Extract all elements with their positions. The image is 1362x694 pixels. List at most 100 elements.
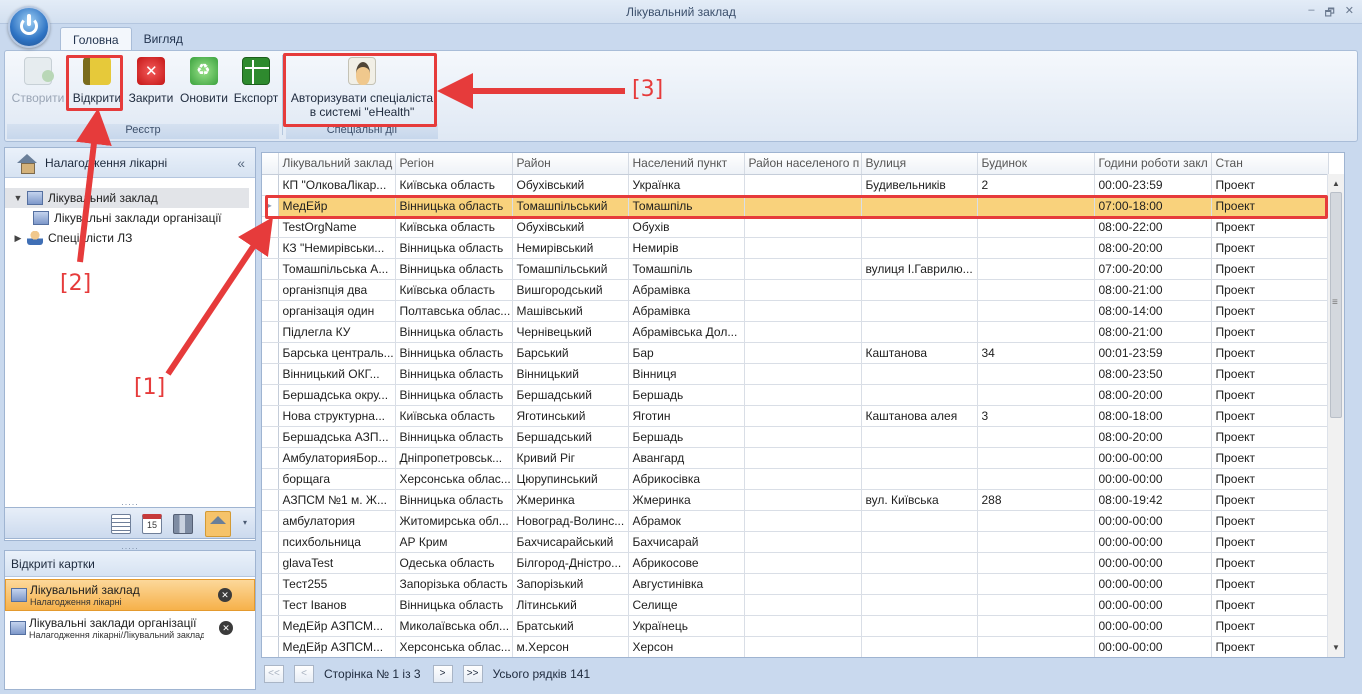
table-row[interactable]: Тест Іванов Вінницька область Літинський Се…	[262, 594, 1329, 616]
table-row[interactable]: борщага Херсонська облас... Цюрупинський Аб…	[262, 468, 1329, 490]
table-row[interactable]: Томашпільська А... Вінницька область Томаш…	[262, 258, 1329, 280]
row-indicator[interactable]	[262, 258, 279, 280]
table-cell[interactable]: Проект	[1211, 258, 1329, 280]
table-cell[interactable]	[744, 321, 862, 343]
table-cell[interactable]: Проект	[1211, 300, 1329, 322]
row-indicator[interactable]	[262, 174, 279, 196]
table-cell[interactable]	[977, 447, 1095, 469]
table-cell[interactable]: Вінницький	[512, 363, 629, 385]
table-cell[interactable]: Тест Іванов	[278, 594, 396, 616]
table-row[interactable]: МедЕйр АЗПСМ... Херсонська облас... м.Херс…	[262, 636, 1329, 657]
table-cell[interactable]: Проект	[1211, 405, 1329, 427]
column-header[interactable]: Лікувальний заклад	[278, 153, 396, 175]
table-cell[interactable]: АмбулаторияБор...	[278, 447, 396, 469]
table-cell[interactable]: Барська централь...	[278, 342, 396, 364]
open-card-item[interactable]: Лікувальні заклади організації Налагодже…	[5, 613, 255, 645]
table-cell[interactable]: Проект	[1211, 594, 1329, 616]
table-cell[interactable]: МедЕйр АЗПСМ...	[278, 615, 396, 637]
table-cell[interactable]	[744, 573, 862, 595]
table-cell[interactable]	[977, 426, 1095, 448]
table-cell[interactable]: психбольница	[278, 531, 396, 553]
table-cell[interactable]: glavaTest	[278, 552, 396, 574]
table-cell[interactable]: борщага	[278, 468, 396, 490]
refresh-button[interactable]: Оновити	[177, 57, 231, 105]
table-cell[interactable]: Проект	[1211, 447, 1329, 469]
table-cell[interactable]: 07:00-20:00	[1094, 258, 1212, 280]
table-cell[interactable]: 08:00-20:00	[1094, 384, 1212, 406]
row-indicator[interactable]	[262, 405, 279, 427]
table-row[interactable]: АЗПСМ №1 м. Ж... Вінницька область Жмеринк…	[262, 489, 1329, 511]
table-cell[interactable]: 08:00-20:00	[1094, 237, 1212, 259]
table-row[interactable]: Нова структурна... Київська область Яготин…	[262, 405, 1329, 427]
table-cell[interactable]: 08:00-19:42	[1094, 489, 1212, 511]
table-cell[interactable]: Одеська область	[395, 552, 513, 574]
table-cell[interactable]: Абрамівка	[628, 300, 745, 322]
table-cell[interactable]: Бершадська АЗП...	[278, 426, 396, 448]
table-cell[interactable]: Обухівський	[512, 216, 629, 238]
table-cell[interactable]	[977, 279, 1095, 301]
table-cell[interactable]	[977, 594, 1095, 616]
table-cell[interactable]	[861, 447, 978, 469]
restore-icon[interactable]: 🗗	[1324, 4, 1334, 23]
table-cell[interactable]: амбулатория	[278, 510, 396, 532]
table-cell[interactable]: Вінницька область	[395, 594, 513, 616]
table-cell[interactable]: Абрикосове	[628, 552, 745, 574]
table-cell[interactable]: Проект	[1211, 363, 1329, 385]
table-cell[interactable]: Бершадь	[628, 384, 745, 406]
close-card-icon[interactable]: ✕	[219, 621, 233, 635]
close-window-icon[interactable]: ✕	[1345, 4, 1354, 23]
table-cell[interactable]: Немирів	[628, 237, 745, 259]
home-nav-icon[interactable]	[205, 511, 231, 537]
tab-home[interactable]: Головна	[60, 27, 132, 51]
table-cell[interactable]	[744, 342, 862, 364]
table-cell[interactable]	[977, 363, 1095, 385]
column-header[interactable]: Населений пункт	[628, 153, 745, 175]
table-cell[interactable]: 00:00-00:00	[1094, 531, 1212, 553]
row-indicator[interactable]	[262, 531, 279, 553]
table-cell[interactable]	[861, 510, 978, 532]
row-indicator[interactable]	[262, 594, 279, 616]
table-cell[interactable]	[861, 615, 978, 637]
next-page-button[interactable]: >	[432, 665, 453, 683]
table-cell[interactable]	[861, 237, 978, 259]
table-cell[interactable]: 00:00-00:00	[1094, 594, 1212, 616]
table-cell[interactable]	[977, 258, 1095, 280]
table-cell[interactable]: Бершадська окру...	[278, 384, 396, 406]
table-cell[interactable]: Вінниця	[628, 363, 745, 385]
table-cell[interactable]: Проект	[1211, 615, 1329, 637]
column-header[interactable]: Будинок	[977, 153, 1095, 175]
table-cell[interactable]	[977, 216, 1095, 238]
tree-item-medical-facility[interactable]: ▼ Лікувальний заклад	[5, 188, 249, 208]
table-cell[interactable]: Вінницька область	[395, 384, 513, 406]
minimize-icon[interactable]: ‒	[1308, 4, 1314, 23]
table-cell[interactable]: Київська область	[395, 174, 513, 196]
table-cell[interactable]: Проект	[1211, 531, 1329, 553]
table-cell[interactable]: Проект	[1211, 468, 1329, 490]
table-row[interactable]: Підлегла КУ Вінницька область Чернівецький…	[262, 321, 1329, 343]
table-cell[interactable]: Абрамівська Дол...	[628, 321, 745, 343]
table-cell[interactable]: 08:00-18:00	[1094, 405, 1212, 427]
close-card-icon[interactable]: ✕	[218, 588, 232, 602]
table-cell[interactable]: Кривий Ріг	[512, 447, 629, 469]
table-cell[interactable]: 00:00-00:00	[1094, 552, 1212, 574]
table-cell[interactable]: Проект	[1211, 510, 1329, 532]
table-cell[interactable]: МедЕйр АЗПСМ...	[278, 636, 396, 657]
table-cell[interactable]	[861, 531, 978, 553]
table-cell[interactable]: АР Крим	[395, 531, 513, 553]
table-cell[interactable]	[977, 510, 1095, 532]
row-indicator[interactable]	[262, 426, 279, 448]
table-cell[interactable]	[744, 510, 862, 532]
table-cell[interactable]: Білгород-Дністро...	[512, 552, 629, 574]
table-cell[interactable]: Томашпільська А...	[278, 258, 396, 280]
table-cell[interactable]: 08:00-21:00	[1094, 279, 1212, 301]
table-cell[interactable]: 34	[977, 342, 1095, 364]
table-cell[interactable]	[744, 216, 862, 238]
table-cell[interactable]: 00:00-23:59	[1094, 174, 1212, 196]
table-cell[interactable]: 3	[977, 405, 1095, 427]
table-cell[interactable]: Житомирська обл...	[395, 510, 513, 532]
table-cell[interactable]	[861, 363, 978, 385]
table-cell[interactable]: 288	[977, 489, 1095, 511]
table-cell[interactable]	[861, 216, 978, 238]
row-indicator[interactable]	[262, 384, 279, 406]
vertical-scrollbar[interactable]: ▲ ▼	[1327, 174, 1344, 657]
